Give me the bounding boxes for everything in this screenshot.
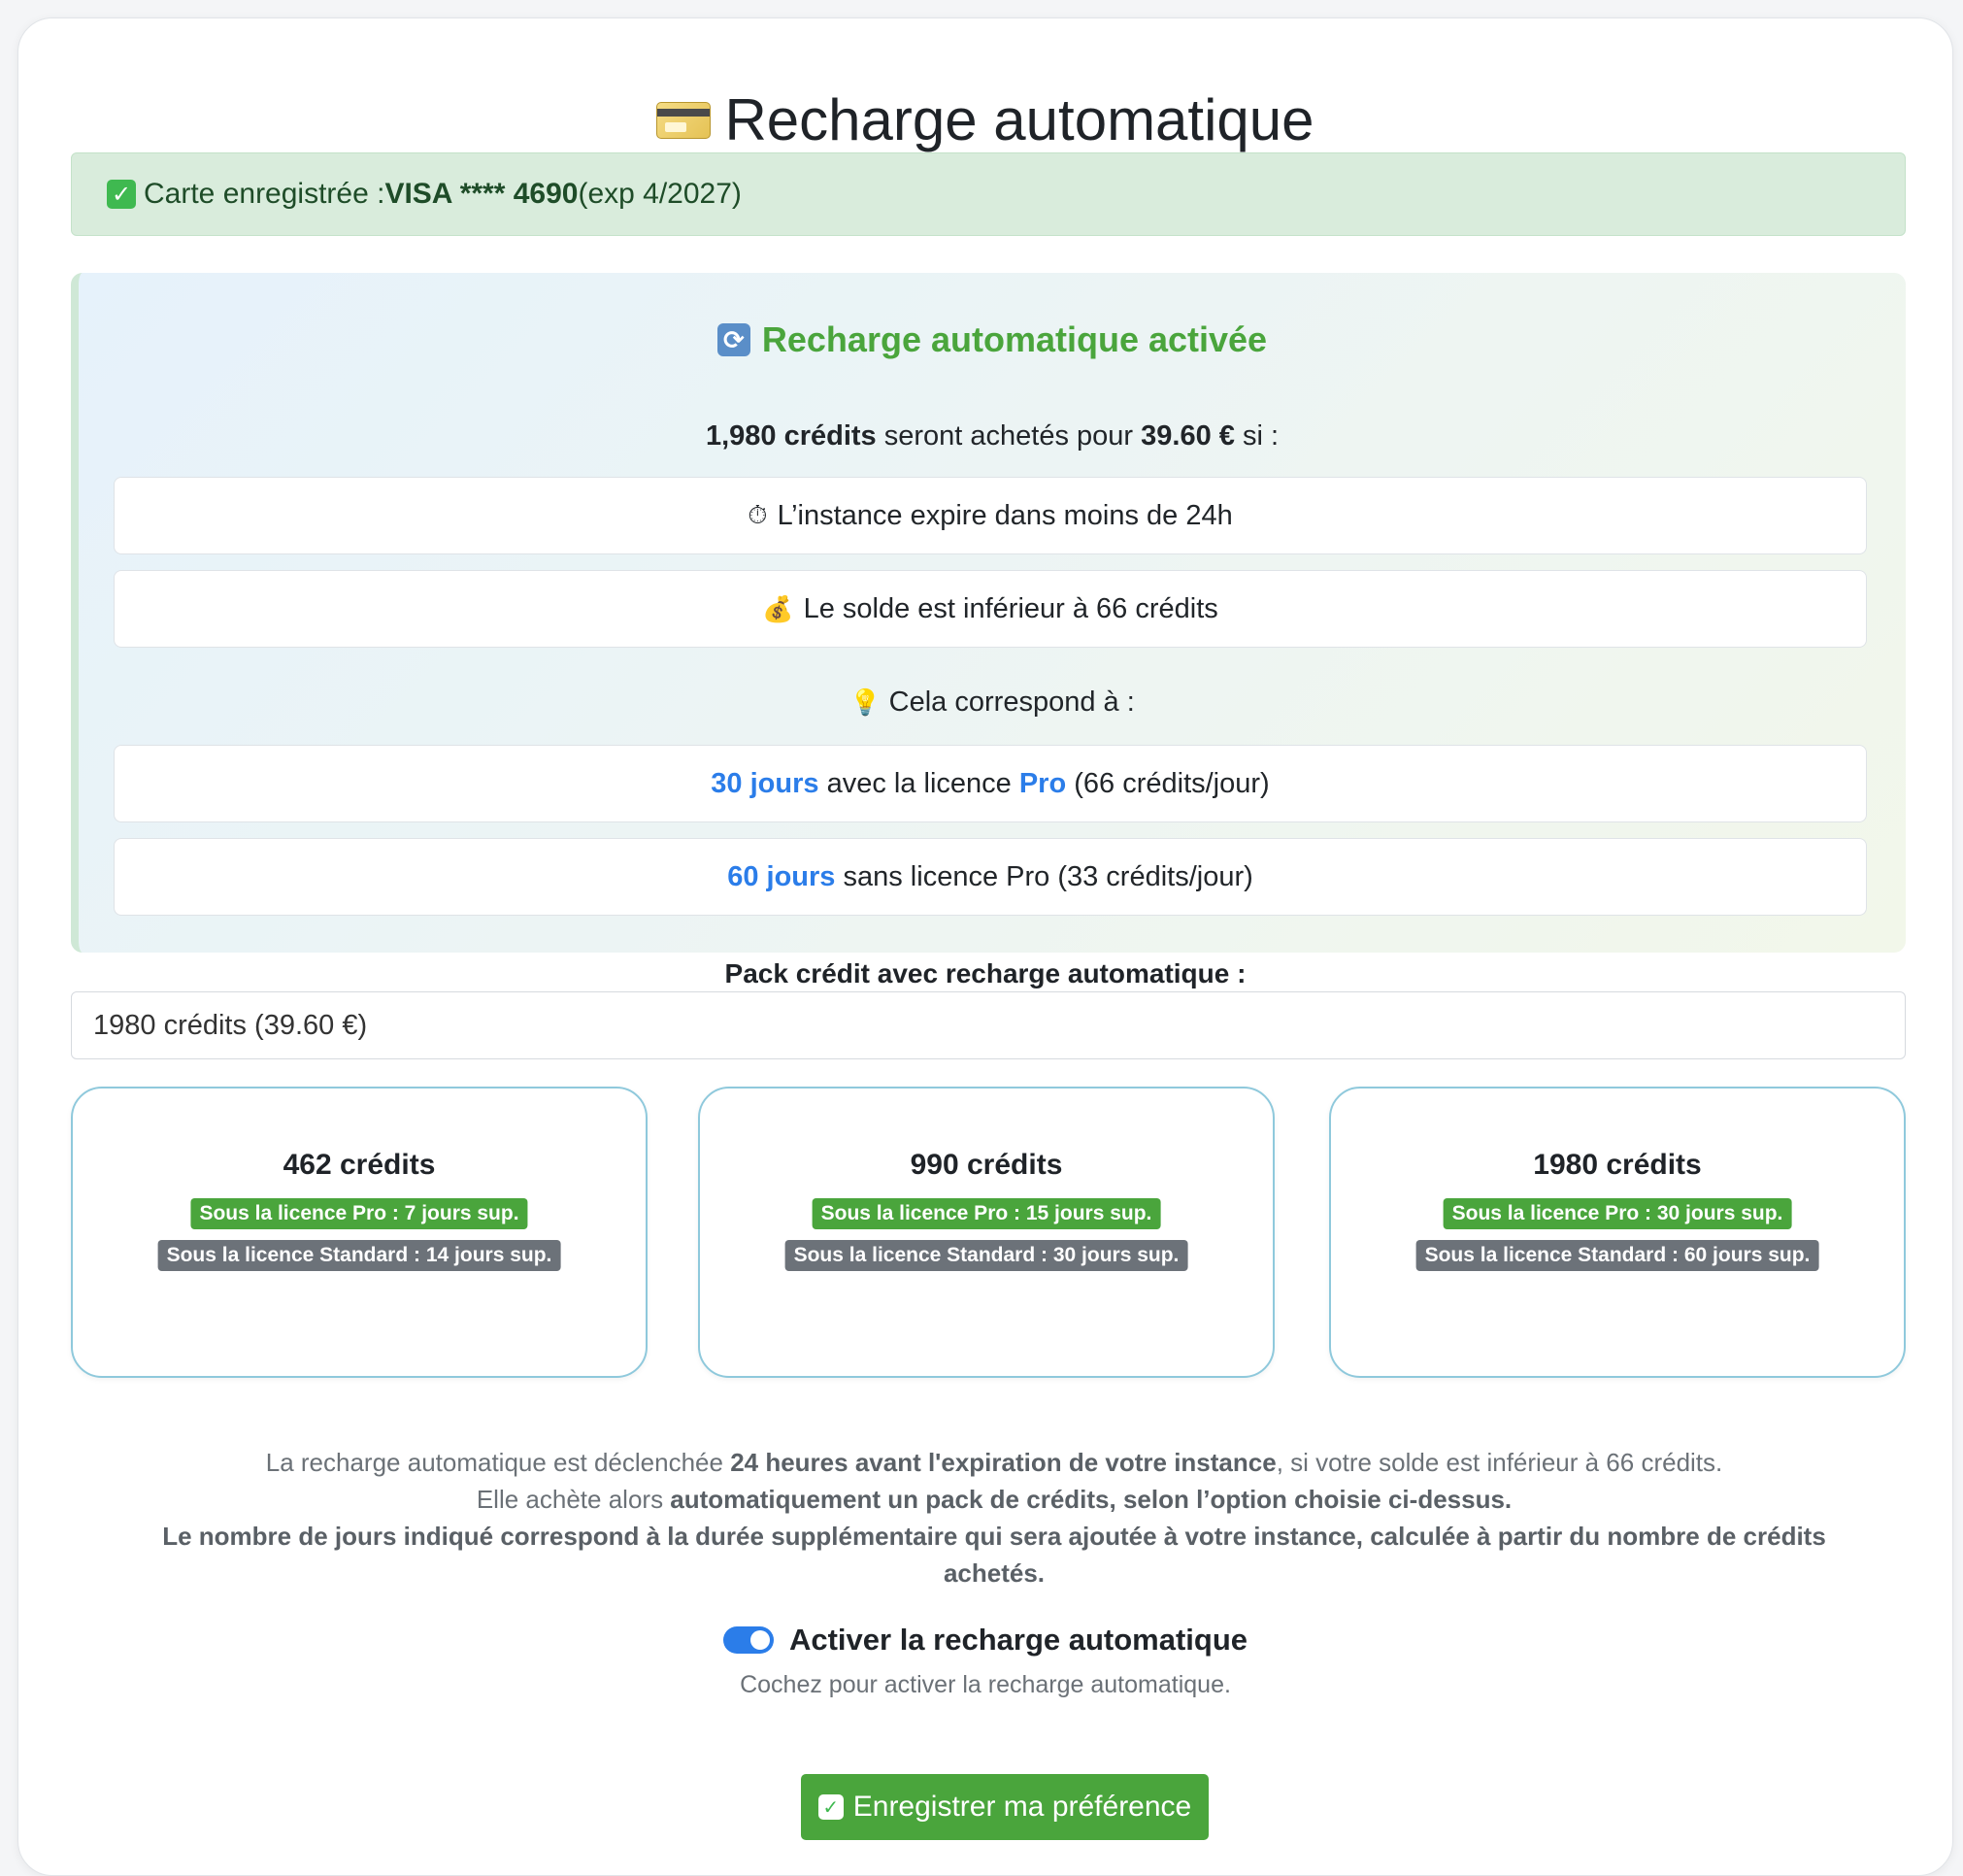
save-preference-button[interactable]: ✓ Enregistrer ma préférence <box>801 1774 1209 1840</box>
pro-license-badge: Sous la licence Pro : 15 jours sup. <box>812 1198 1161 1229</box>
pack-card-990[interactable]: 990 crédits Sous la licence Pro : 15 jou… <box>698 1087 1275 1378</box>
pro-license-badge: Sous la licence Pro : 7 jours sup. <box>190 1198 528 1229</box>
check-icon: ✓ <box>817 1794 844 1820</box>
pack-select-value: 1980 crédits (39.60 €) <box>93 1009 368 1041</box>
toggle-help-text: Cochez pour activer la recharge automati… <box>740 1671 1231 1698</box>
status-title: ⟳ Recharge automatique activée <box>79 319 1906 360</box>
summary-price: 39.60 € <box>1141 420 1235 452</box>
auto-recharge-card: Recharge automatique ✓ Carte enregistrée… <box>17 17 1953 1876</box>
equivalence-pre: sans licence Pro (33 crédits/jour) <box>835 860 1253 892</box>
standard-license-badge: Sous la licence Standard : 60 jours sup. <box>1415 1240 1819 1271</box>
condition-text: Le solde est inférieur à 66 crédits <box>803 592 1218 624</box>
note-bold: Le nombre de jours indiqué correspond à … <box>162 1522 1826 1588</box>
money-bag-icon: 💰 <box>762 593 794 623</box>
pack-card-title: 990 crédits <box>910 1149 1063 1181</box>
note-bold: 24 heures avant l'expiration de votre in… <box>730 1448 1277 1477</box>
recharge-summary: 1,980 crédits seront achetés pour 39.60 … <box>79 420 1906 452</box>
equivalence-pro: 30 jours avec la licence Pro (66 crédits… <box>114 745 1867 822</box>
save-button-label: Enregistrer ma préférence <box>852 1791 1192 1823</box>
auto-recharge-toggle[interactable] <box>722 1626 774 1654</box>
pack-card-title: 462 crédits <box>283 1149 436 1181</box>
saved-card-number: VISA **** 4690 <box>384 178 579 210</box>
status-title-text: Recharge automatique activée <box>761 319 1268 359</box>
page-title: Recharge automatique <box>724 87 1314 152</box>
equivalence-pre: avec la licence <box>818 767 1019 799</box>
condition-balance: 💰 Le solde est inférieur à 66 crédits <box>114 570 1867 648</box>
equivalence-label-text: Cela correspond à : <box>888 687 1135 718</box>
page-header: Recharge automatique <box>18 86 1952 153</box>
summary-suffix: si : <box>1234 420 1280 452</box>
lightbulb-icon: 💡 <box>849 687 882 717</box>
pack-card-1980[interactable]: 1980 crédits Sous la licence Pro : 30 jo… <box>1329 1087 1906 1378</box>
saved-card-prefix: Carte enregistrée : <box>144 178 385 210</box>
summary-middle: seront achetés pour <box>876 420 1142 452</box>
note-bold: automatiquement un pack de crédits, selo… <box>670 1485 1513 1514</box>
refresh-icon: ⟳ <box>716 323 750 356</box>
check-icon: ✓ <box>107 180 136 209</box>
summary-credits: 1,980 crédits <box>705 420 877 452</box>
info-note: La recharge automatique est déclenchée 2… <box>125 1444 1863 1591</box>
condition-text: L’instance expire dans moins de 24h <box>777 499 1233 531</box>
pro-license-badge: Sous la licence Pro : 30 jours sup. <box>1443 1198 1792 1229</box>
stopwatch-icon: ⏱ <box>748 500 768 529</box>
note-line-3: Le nombre de jours indiqué correspond à … <box>125 1518 1863 1591</box>
equivalence-post: (66 crédits/jour) <box>1066 767 1270 799</box>
note-text: La recharge automatique est déclenchée <box>265 1448 731 1477</box>
pack-card-462[interactable]: 462 crédits Sous la licence Pro : 7 jour… <box>71 1087 648 1378</box>
note-text: , si votre solde est inférieur à 66 créd… <box>1276 1448 1723 1477</box>
equivalence-days: 30 jours <box>711 767 819 799</box>
pack-select[interactable]: 1980 crédits (39.60 €) <box>71 991 1906 1059</box>
credit-card-icon <box>656 101 712 139</box>
auto-recharge-status-panel: ⟳ Recharge automatique activée 1,980 cré… <box>71 273 1906 953</box>
equivalence-label: 💡 Cela correspond à : <box>79 687 1906 719</box>
note-text: Elle achète alors <box>476 1485 671 1514</box>
condition-expiry: ⏱ L’instance expire dans moins de 24h <box>114 477 1867 554</box>
pack-card-title: 1980 crédits <box>1533 1149 1702 1181</box>
equivalence-standard: 60 jours sans licence Pro (33 crédits/jo… <box>114 838 1867 916</box>
standard-license-badge: Sous la licence Standard : 14 jours sup. <box>157 1240 561 1271</box>
saved-card-expiry: (exp 4/2027) <box>578 178 742 210</box>
equivalence-days: 60 jours <box>727 860 836 892</box>
note-line-2: Elle achète alors automatiquement un pac… <box>125 1481 1863 1518</box>
pack-label: Pack crédit avec recharge automatique : <box>724 958 1247 988</box>
note-line-1: La recharge automatique est déclenchée 2… <box>125 1444 1863 1481</box>
saved-card-alert: ✓ Carte enregistrée : VISA **** 4690 (ex… <box>71 152 1906 236</box>
standard-license-badge: Sous la licence Standard : 30 jours sup. <box>784 1240 1188 1271</box>
toggle-label[interactable]: Activer la recharge automatique <box>789 1623 1248 1658</box>
equivalence-pro-label: Pro <box>1018 767 1067 799</box>
auto-recharge-toggle-row: Activer la recharge automatique <box>18 1623 1952 1658</box>
